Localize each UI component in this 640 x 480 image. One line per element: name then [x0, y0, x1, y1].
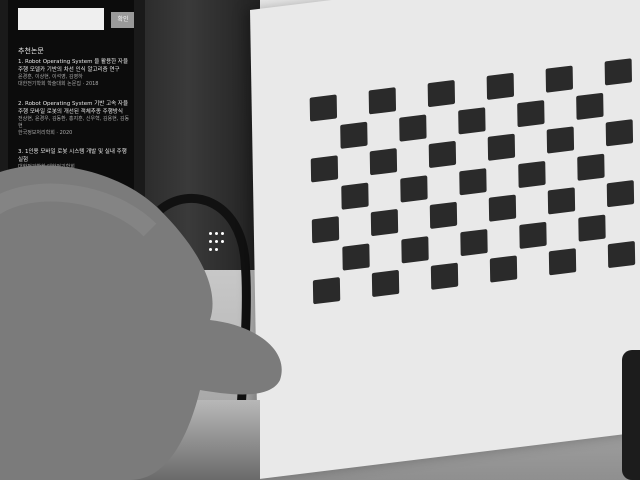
- checker-square: [605, 119, 634, 147]
- checker-square: [310, 155, 339, 183]
- paper-year: 2020: [59, 130, 73, 136]
- checker-square: [604, 58, 633, 86]
- checker-square: [576, 153, 605, 181]
- checker-square: [399, 174, 428, 203]
- checker-square: [341, 242, 370, 271]
- checker-square: [486, 72, 515, 100]
- paper-item-1[interactable]: 1. Robot Operating System 을 활용한 자율주행 모델카…: [18, 58, 132, 88]
- checker-square: [487, 133, 516, 161]
- checker-square: [369, 148, 398, 176]
- checker-square: [458, 167, 487, 195]
- checker-square: [312, 277, 341, 305]
- checker-square: [368, 87, 397, 115]
- checker-square: [607, 240, 636, 269]
- checker-square: [488, 194, 517, 222]
- photo-scene: 확인 추천논문 1. Robot Operating System 을 활용한 …: [0, 0, 640, 480]
- checker-square: [577, 214, 606, 242]
- paper-title: 2. Robot Operating System 기반 고속 자율주행 모바일…: [18, 101, 129, 115]
- checker-square: [428, 140, 457, 169]
- paper-authors: 전상현, 윤경우, 김동환, 홍지훈, 신우혁, 김용현, 김동현: [18, 116, 130, 129]
- search-input[interactable]: [18, 8, 104, 30]
- checker-square: [371, 269, 400, 298]
- checker-square: [400, 235, 429, 264]
- checker-square: [370, 208, 399, 237]
- checker-square: [457, 106, 486, 135]
- checker-square: [516, 99, 545, 127]
- checker-square: [459, 228, 488, 256]
- recommended-papers-title: 추천논문: [18, 47, 44, 55]
- checker-square: [339, 121, 368, 149]
- paper-item-2[interactable]: 2. Robot Operating System 기반 고속 자율주행 모바일…: [18, 100, 132, 137]
- checker-square: [489, 255, 518, 283]
- checker-square: [340, 182, 369, 210]
- paper-venue: 대한전기학회 학술대회 논문집: [18, 81, 81, 87]
- checker-square: [430, 262, 459, 290]
- checker-square: [606, 180, 635, 208]
- checker-square: [429, 201, 458, 229]
- checker-square: [309, 94, 338, 122]
- hand: [0, 165, 282, 480]
- paper-authors: 윤경훈, 이상현, 이석영, 김영하: [18, 74, 83, 80]
- checker-square: [548, 248, 577, 276]
- paper-year: 2018: [85, 81, 99, 87]
- right-cable: [622, 350, 640, 480]
- checker-square: [517, 160, 546, 188]
- checker-square: [545, 65, 574, 93]
- checker-square: [427, 79, 456, 108]
- search-button[interactable]: 확인: [111, 12, 134, 28]
- paper-venue: 한국정보처리학회: [18, 130, 55, 136]
- checker-square: [398, 113, 427, 142]
- checker-square: [311, 216, 340, 244]
- checker-square: [547, 187, 576, 215]
- checker-square: [575, 92, 604, 120]
- checker-square: [546, 126, 575, 154]
- checkerboard-pattern: [309, 58, 639, 312]
- checker-square: [518, 221, 547, 249]
- paper-title: 1. Robot Operating System 을 활용한 자율주행 모델카…: [18, 59, 129, 73]
- calibration-paper: [250, 0, 640, 480]
